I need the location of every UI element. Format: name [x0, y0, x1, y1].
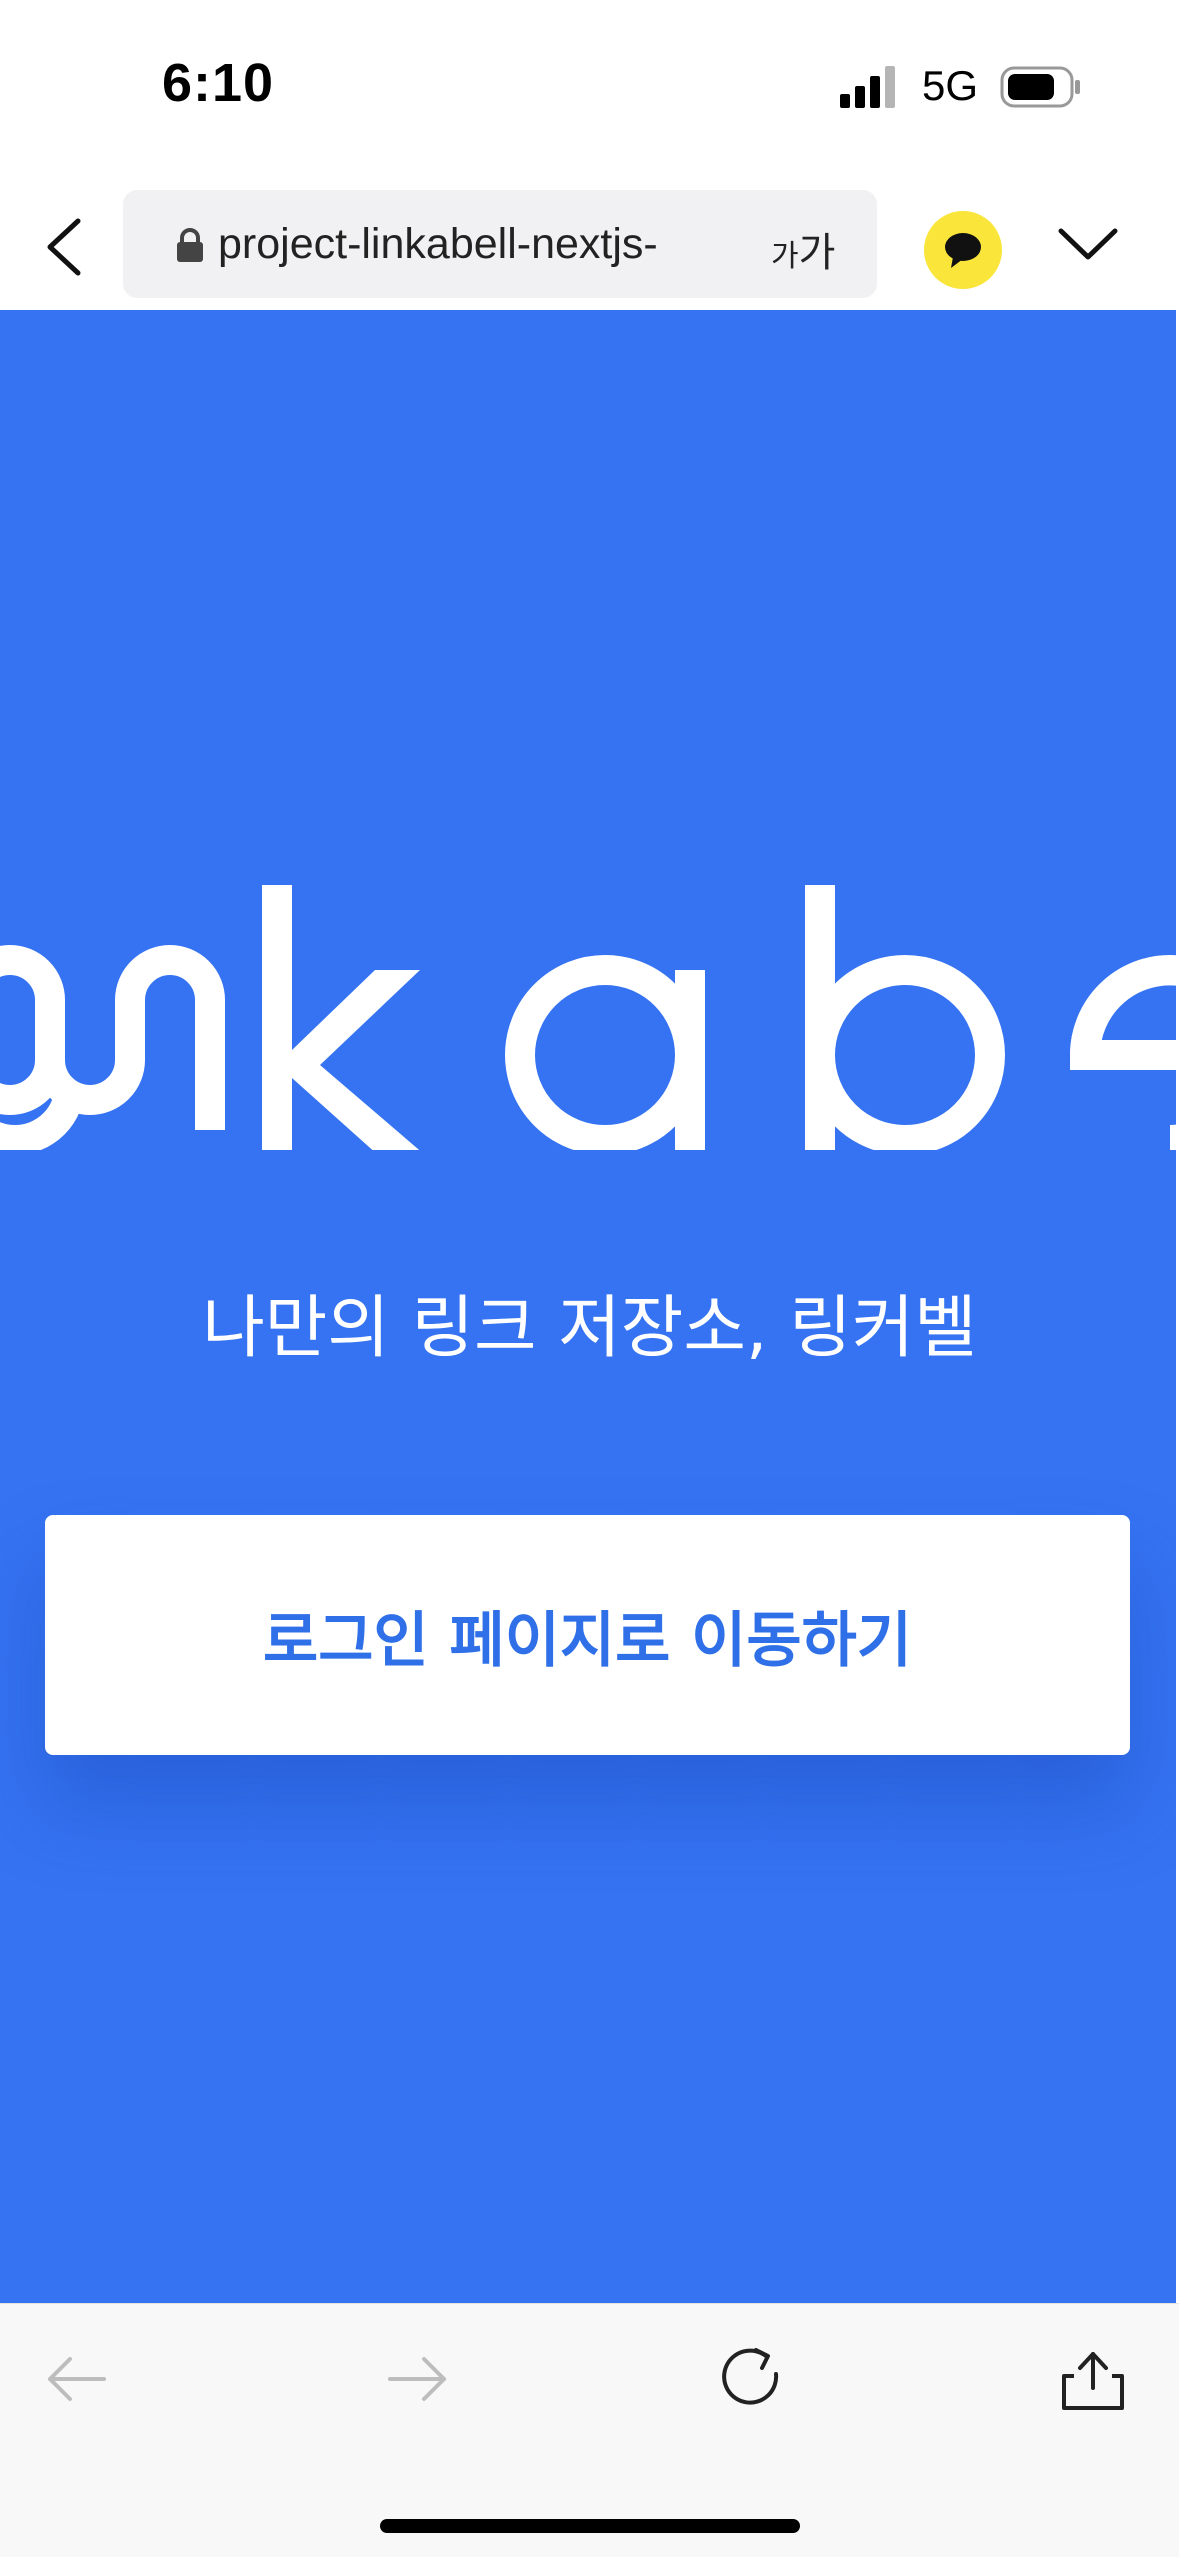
go-to-login-button[interactable]: 로그인 페이지로 이동하기 — [45, 1515, 1130, 1755]
linkabell-logo — [0, 885, 1179, 1150]
text-size-large: 가 — [798, 231, 836, 275]
home-indicator — [380, 2519, 800, 2533]
status-time: 6:10 — [162, 53, 275, 113]
back-chevron-icon[interactable] — [38, 215, 90, 279]
browser-top-bar: project-linkabell-nextjs- 가가 — [0, 175, 1179, 310]
battery-icon — [1000, 66, 1080, 108]
browser-bottom-toolbar — [0, 2303, 1179, 2557]
signal-icon — [840, 66, 895, 108]
network-type: 5G — [922, 62, 979, 109]
tagline: 나만의 링크 저장소, 링커벨 — [202, 1289, 977, 1368]
forward-arrow-icon[interactable] — [382, 2344, 452, 2414]
login-button-label: 로그인 페이지로 이동하기 — [263, 1605, 912, 1676]
text-size-small: 가 — [771, 240, 799, 273]
web-page: 나만의 링크 저장소, 링커벨 로그인 페이지로 이동하기 — [0, 310, 1179, 2303]
reload-icon[interactable] — [718, 2344, 788, 2414]
back-arrow-icon[interactable] — [42, 2344, 112, 2414]
text-size-button[interactable]: 가가 — [771, 220, 835, 278]
status-bar: 6:10 5G — [0, 0, 1179, 175]
url-text: project-linkabell-nextjs- — [218, 220, 658, 268]
kakaotalk-button[interactable] — [924, 211, 1002, 289]
chat-bubble-icon — [945, 233, 981, 268]
chevron-down-icon[interactable] — [1055, 223, 1121, 265]
share-icon[interactable] — [1058, 2344, 1128, 2414]
address-bar[interactable]: project-linkabell-nextjs- 가가 — [123, 190, 877, 298]
url-fade — [688, 210, 768, 280]
lock-icon — [177, 228, 203, 262]
